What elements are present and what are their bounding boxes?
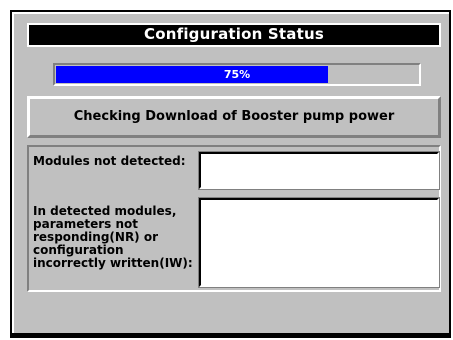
status-message: Checking Download of Booster pump power bbox=[27, 96, 441, 138]
dialog-body: Configuration Status 75% Checking Downlo… bbox=[12, 12, 449, 333]
progress-percent-label: 75% bbox=[223, 68, 251, 81]
configuration-status-dialog: Configuration Status 75% Checking Downlo… bbox=[10, 10, 451, 338]
not-responding-incorrectly-written-label: In detected modules, parameters not resp… bbox=[33, 204, 193, 270]
modules-not-detected-label: Modules not detected: bbox=[33, 154, 186, 168]
progress-bar: 75% bbox=[53, 63, 421, 86]
modules-not-detected-field[interactable] bbox=[198, 151, 440, 190]
dialog-title: Configuration Status bbox=[27, 23, 441, 47]
results-panel: Modules not detected: In detected module… bbox=[27, 145, 441, 292]
not-responding-incorrectly-written-field[interactable] bbox=[198, 197, 440, 288]
